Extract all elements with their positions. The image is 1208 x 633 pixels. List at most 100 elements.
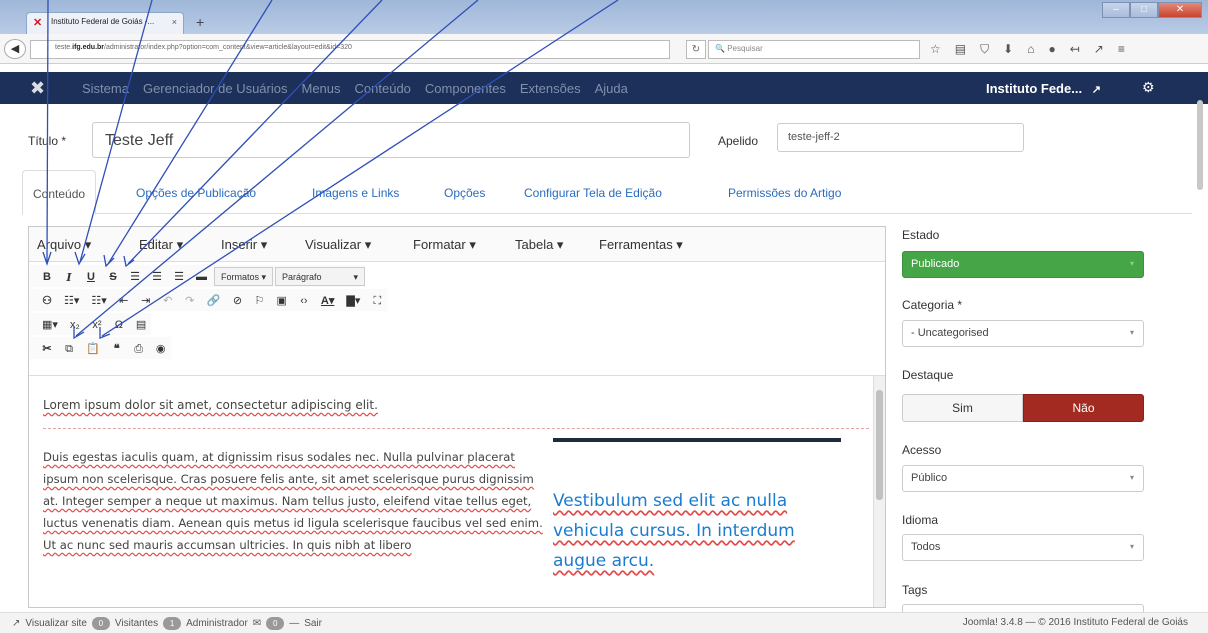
subscript-icon[interactable]: x₂ [65, 315, 85, 334]
tab-publicacao[interactable]: Opções de Publicação [126, 170, 266, 214]
special-character-icon[interactable]: Ω [109, 315, 129, 334]
menu-menus[interactable]: Menus [302, 81, 341, 96]
featured-no-button[interactable]: Não [1023, 394, 1144, 422]
preview-icon[interactable]: ◉ [151, 339, 171, 358]
insert-link-icon[interactable]: 🔗 [202, 291, 226, 310]
back-button[interactable]: ◀ [4, 39, 26, 59]
download-icon[interactable]: ⬇ [1003, 42, 1013, 57]
bookmark-star-icon[interactable]: ☆ [930, 42, 941, 57]
print-icon[interactable]: ⎙ [129, 339, 149, 358]
indent-icon[interactable]: ⇥ [136, 291, 156, 310]
superscript-icon[interactable]: x² [87, 315, 107, 334]
featured-yes-button[interactable]: Sim [902, 394, 1023, 422]
first-paragraph: Lorem ipsum dolor sit amet, consectetur … [43, 398, 378, 412]
page-scroll-thumb[interactable] [1197, 100, 1203, 190]
menu-arquivo[interactable]: Arquivo ▾ [37, 237, 91, 253]
gear-icon[interactable]: ⚙ [1142, 79, 1155, 96]
joomla-admin-header: ✖ Sistema Gerenciador de Usuários Menus … [0, 72, 1208, 104]
editor-scroll-thumb[interactable] [876, 390, 883, 500]
insert-image-icon[interactable]: ▣ [271, 291, 291, 310]
browser-tab[interactable]: ✕ Instituto Federal de Goiás -... × [26, 12, 184, 34]
bullet-list-icon[interactable]: ☷▾ [59, 291, 84, 310]
tab-conteudo[interactable]: Conteúdo [22, 170, 97, 215]
access-select[interactable]: Público ▾ [902, 465, 1144, 492]
strikethrough-button[interactable]: S [103, 267, 123, 286]
title-input[interactable]: Teste Jeff [92, 122, 690, 158]
undo-icon[interactable]: ↶ [158, 291, 178, 310]
unlink-icon[interactable]: ⊘ [227, 291, 247, 310]
browser-search-input[interactable]: 🔍 Pesquisar [708, 40, 920, 59]
site-name-link[interactable]: Instituto Fede... ↗ [986, 81, 1101, 96]
menu-editar[interactable]: Editar ▾ [139, 237, 183, 253]
menu-usuarios[interactable]: Gerenciador de Usuários [143, 81, 288, 96]
underline-button[interactable]: U [81, 267, 101, 286]
menu-tabela[interactable]: Tabela ▾ [515, 237, 563, 253]
tab-configurar-tela[interactable]: Configurar Tela de Edição [514, 170, 672, 214]
tags-input[interactable] [902, 604, 1144, 612]
tab-opcoes[interactable]: Opções [434, 170, 495, 214]
align-justify-icon[interactable]: ▬ [191, 267, 212, 286]
reading-list-icon[interactable]: ▤ [955, 42, 966, 57]
language-select[interactable]: Todos ▾ [902, 534, 1144, 561]
paragraph-dropdown[interactable]: Parágrafo ▾ [275, 266, 366, 286]
editor-content[interactable]: Lorem ipsum dolor sit amet, consectetur … [29, 375, 885, 607]
code-icon[interactable]: ‹› [294, 291, 314, 310]
status-select[interactable]: Publicado ▾ [902, 251, 1144, 278]
tools-icon[interactable]: ↗ [1094, 42, 1104, 57]
menu-inserir[interactable]: Inserir ▾ [221, 237, 267, 253]
extension-icon[interactable]: ↤ [1070, 42, 1080, 57]
pocket-icon[interactable]: ⛉ [980, 42, 989, 57]
redo-icon[interactable]: ↷ [180, 291, 200, 310]
media-icon[interactable]: ▤ [131, 315, 151, 334]
home-icon[interactable]: ⌂ [1027, 42, 1034, 57]
copy-icon[interactable]: ⧉ [59, 339, 79, 358]
numbered-list-icon[interactable]: ☷▾ [86, 291, 111, 310]
menu-sistema[interactable]: Sistema [82, 81, 129, 96]
align-right-icon[interactable]: ☰ [169, 267, 189, 286]
menu-ferramentas[interactable]: Ferramentas ▾ [599, 237, 683, 253]
find-replace-icon[interactable]: ⚇ [37, 291, 57, 310]
editor-scrollbar[interactable] [873, 376, 885, 607]
external-link-icon: ↗ [1091, 84, 1101, 96]
view-site-link[interactable]: Visualizar site [25, 618, 87, 629]
alias-input[interactable]: teste-jeff-2 [777, 123, 1024, 152]
page-scrollbar[interactable] [1194, 70, 1204, 400]
menu-extensoes[interactable]: Extensões [520, 81, 581, 96]
menu-visualizar[interactable]: Visualizar ▾ [305, 237, 371, 253]
logout-link[interactable]: Sair [304, 618, 322, 629]
envelope-icon[interactable]: ✉ [253, 618, 261, 629]
fullscreen-icon[interactable]: ⛶ [367, 291, 387, 310]
anchor-icon[interactable]: ⚐ [249, 291, 269, 310]
address-bar[interactable]: teste.ifg.edu.br/administrator/index.php… [30, 40, 670, 59]
tab-imagens[interactable]: Imagens e Links [302, 170, 409, 214]
background-color-icon[interactable]: ▇▾ [341, 291, 365, 310]
joomla-logo-icon[interactable]: ✖ [30, 78, 45, 99]
cut-icon[interactable]: ✂ [37, 339, 57, 358]
text-color-icon[interactable]: A▾ [316, 291, 339, 310]
maximize-button[interactable]: □ [1130, 2, 1158, 18]
menu-conteudo[interactable]: Conteúdo [355, 81, 411, 96]
featured-label: Destaque [902, 368, 954, 382]
bold-button[interactable]: B [37, 267, 57, 286]
menu-formatar[interactable]: Formatar ▾ [413, 237, 476, 253]
hamburger-menu-icon[interactable]: ≡ [1118, 42, 1125, 57]
outdent-icon[interactable]: ⇤ [114, 291, 134, 310]
category-label: Categoria * [902, 298, 963, 312]
paste-icon[interactable]: 📋 [81, 339, 105, 358]
blockquote-icon[interactable]: ❝ [107, 339, 127, 358]
align-center-icon[interactable]: ☰ [147, 267, 167, 286]
tab-close-icon[interactable]: × [172, 17, 177, 27]
menu-componentes[interactable]: Componentes [425, 81, 506, 96]
close-window-button[interactable]: ✕ [1158, 2, 1202, 18]
new-tab-button[interactable]: + [196, 14, 204, 30]
italic-button[interactable]: I [59, 267, 79, 286]
minimize-button[interactable]: – [1102, 2, 1130, 18]
formats-dropdown[interactable]: Formatos ▾ [214, 266, 274, 286]
align-left-icon[interactable]: ☰ [125, 267, 145, 286]
menu-ajuda[interactable]: Ajuda [595, 81, 628, 96]
reload-icon[interactable]: ↻ [686, 40, 706, 59]
tab-permissoes[interactable]: Permissões do Artigo [718, 170, 851, 214]
addon-icon[interactable]: ● [1048, 42, 1055, 57]
table-icon[interactable]: ▦▾ [37, 315, 63, 334]
category-select[interactable]: - Uncategorised ▾ [902, 320, 1144, 347]
